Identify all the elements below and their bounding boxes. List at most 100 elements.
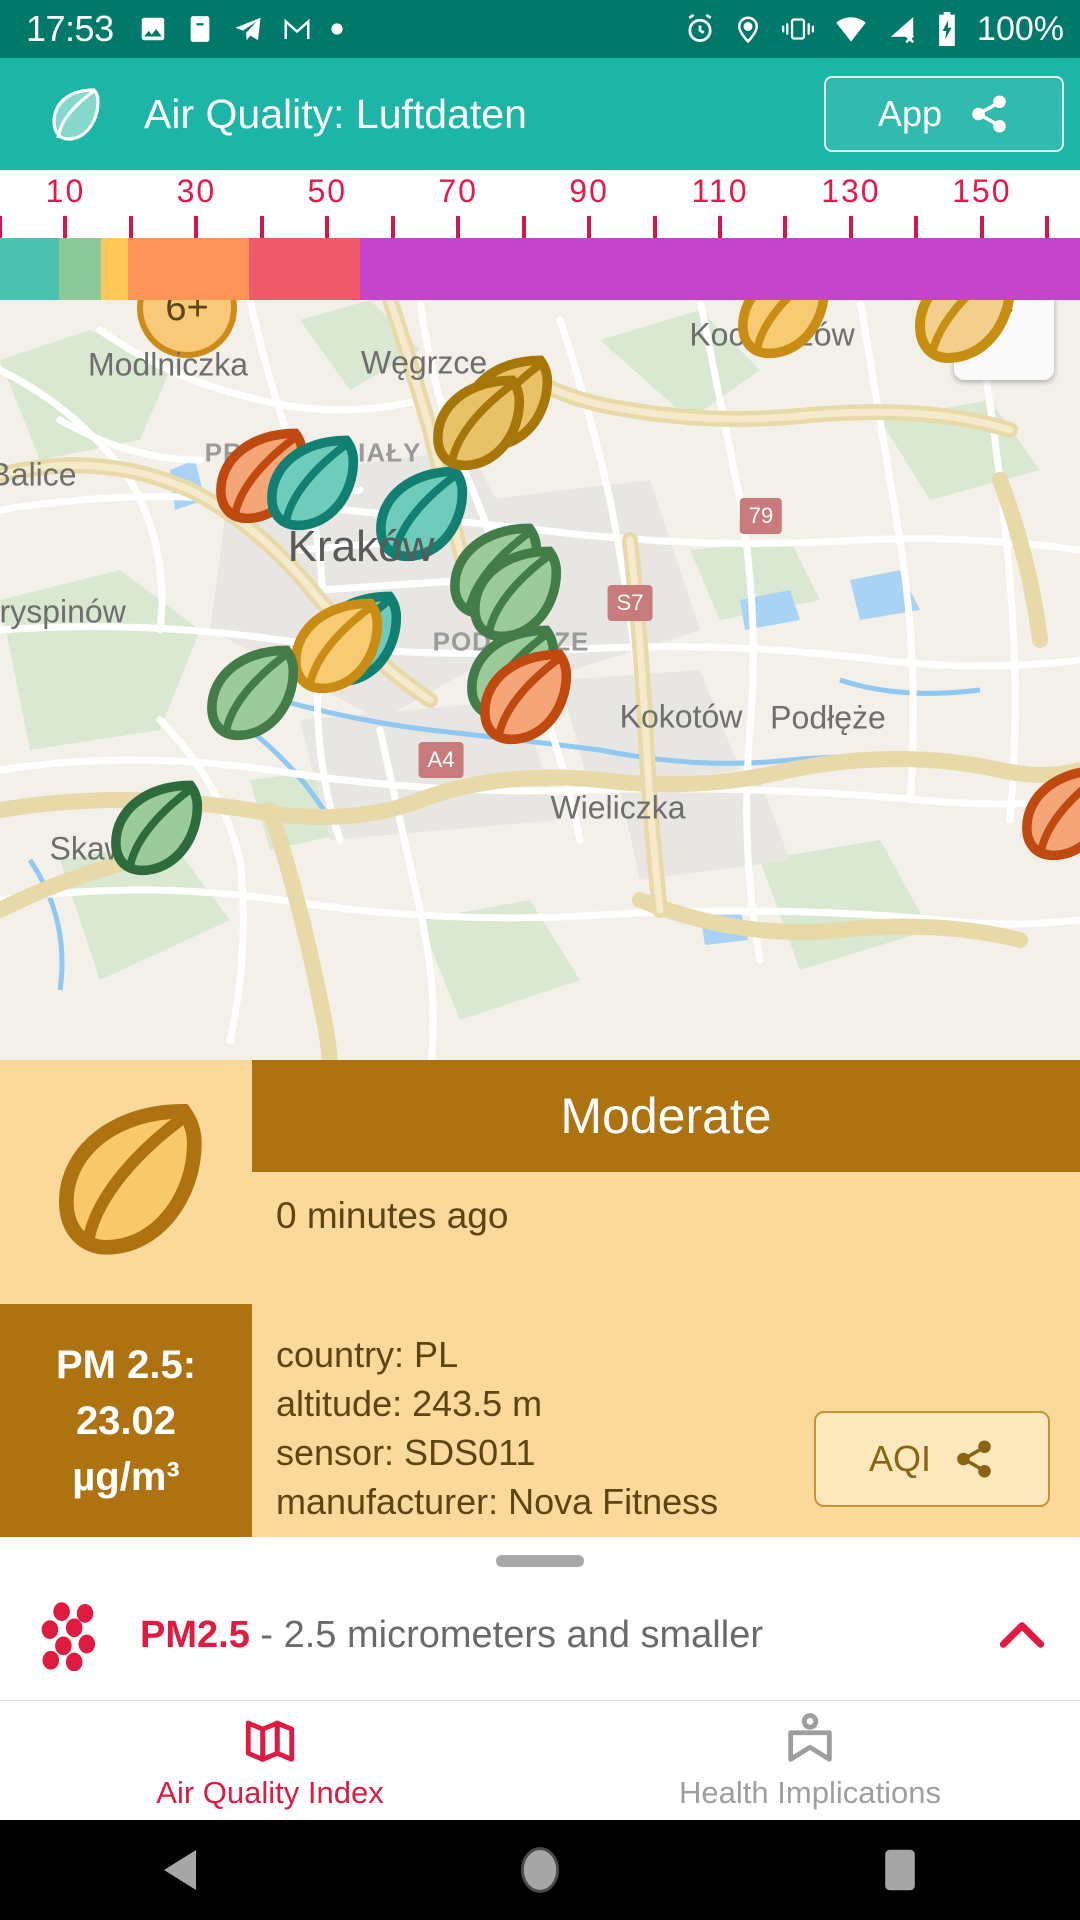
aqi-scale-label: 130 bbox=[821, 173, 880, 210]
status-bar: 17:53 100% bbox=[0, 0, 1080, 58]
pollutant-sheet: PM2.5 - 2.5 micrometers and smaller bbox=[0, 1537, 1080, 1700]
map-town-label: Modlniczka bbox=[88, 347, 248, 384]
aqi-band-very-unhealthy bbox=[360, 238, 1080, 300]
aqi-scale-tick bbox=[914, 216, 918, 238]
drag-handle-icon[interactable] bbox=[496, 1555, 584, 1567]
aqi-band-good bbox=[0, 238, 59, 300]
map-marker-leaf[interactable] bbox=[424, 370, 528, 474]
aqi-scale-labels: 1030507090110130150 bbox=[0, 170, 1080, 216]
cluster-marker-label: 6+ bbox=[165, 300, 208, 330]
status-bar-clock: 17:53 bbox=[26, 8, 114, 50]
battery-percent: 100% bbox=[977, 10, 1064, 49]
vibrate-icon bbox=[779, 14, 817, 44]
aqi-scale-label: 150 bbox=[952, 173, 1011, 210]
map-road-shield: A4 bbox=[419, 742, 464, 778]
aqi-scale-tick bbox=[63, 216, 67, 238]
aqi-band-fair bbox=[59, 238, 102, 300]
aqi-scale-label: 90 bbox=[569, 173, 609, 210]
last-updated-text: 0 minutes ago bbox=[276, 1195, 508, 1237]
map-town-label: Podłęże bbox=[770, 700, 886, 737]
map-town-label: Balice bbox=[0, 457, 77, 494]
chevron-up-icon[interactable] bbox=[994, 1615, 1050, 1655]
aqi-scale-label: 10 bbox=[46, 173, 86, 210]
leaf-icon bbox=[40, 1098, 210, 1258]
alarm-icon bbox=[683, 12, 717, 46]
aqi-scale-label: 30 bbox=[177, 173, 217, 210]
aqi-band-slightly-polluted bbox=[101, 238, 127, 300]
battery-charging-icon bbox=[935, 12, 959, 46]
dot-icon bbox=[330, 22, 344, 36]
phone-screen: 17:53 100% Air Quality: Luftdaten App bbox=[0, 0, 1080, 1920]
map-marker-leaf[interactable] bbox=[1013, 760, 1080, 864]
health-book-icon bbox=[781, 1711, 839, 1769]
no-signal-icon bbox=[885, 15, 919, 43]
pollutant-row[interactable]: PM2.5 - 2.5 micrometers and smaller bbox=[0, 1585, 1080, 1685]
map-marker-leaf[interactable] bbox=[258, 430, 362, 534]
sensor-metadata-line: country: PL bbox=[276, 1330, 718, 1379]
recents-square-icon bbox=[881, 1846, 919, 1894]
nav-tab-health-implications[interactable]: Health Implications bbox=[540, 1701, 1080, 1820]
share-aqi-label: AQI bbox=[869, 1438, 931, 1480]
aqi-scale-tick bbox=[783, 216, 787, 238]
pollutant-description: - 2.5 micrometers and smaller bbox=[250, 1614, 763, 1656]
aqi-scale-tick bbox=[129, 216, 133, 238]
map-marker-leaf[interactable] bbox=[729, 300, 833, 362]
aqi-scale-label: 110 bbox=[691, 173, 748, 210]
home-circle-icon bbox=[517, 1844, 563, 1896]
sensor-detail-panel: Moderate 0 minutes ago country: PLaltitu… bbox=[0, 1060, 1080, 1537]
pollutant-title: PM2.5 - 2.5 micrometers and smaller bbox=[140, 1614, 763, 1657]
particle-dots-icon bbox=[40, 1599, 112, 1671]
aqi-scale-label: 70 bbox=[438, 173, 478, 210]
aqi-scale-tick bbox=[653, 216, 657, 238]
aqi-scale-tick bbox=[0, 216, 2, 238]
map-city-label: Kraków bbox=[288, 522, 435, 572]
sensor-metadata-line: manufacturer: Nova Fitness bbox=[276, 1477, 718, 1526]
aqi-scale-tick bbox=[587, 216, 591, 238]
map-road-shield: 79 bbox=[740, 498, 782, 534]
measurement-value: 23.02 bbox=[76, 1393, 176, 1449]
location-icon bbox=[733, 12, 763, 46]
aqi-category-label: Moderate bbox=[560, 1087, 771, 1145]
pollutant-name: PM2.5 bbox=[140, 1614, 250, 1656]
sensor-metadata-line: sensor: SDS011 bbox=[276, 1428, 718, 1477]
aqi-scale-tick bbox=[980, 216, 984, 238]
map-marker-leaf[interactable] bbox=[102, 775, 206, 879]
aqi-scale-ticks bbox=[0, 216, 1080, 238]
nav-tab-air-quality-index-label: Air Quality Index bbox=[156, 1775, 383, 1811]
share-app-button[interactable]: App bbox=[824, 76, 1064, 152]
aqi-scale-tick bbox=[456, 216, 460, 238]
aqi-scale-tick bbox=[194, 216, 198, 238]
back-triangle-icon bbox=[160, 1848, 200, 1892]
aqi-scale-tick bbox=[849, 216, 853, 238]
sensor-metadata-line: altitude: 243.5 m bbox=[276, 1379, 718, 1428]
recents-button[interactable] bbox=[720, 1846, 1080, 1894]
aqi-scale-tick bbox=[391, 216, 395, 238]
bottom-navigation: Air Quality Index Health Implications bbox=[0, 1700, 1080, 1820]
measurement-label: PM 2.5: bbox=[56, 1337, 196, 1393]
map-marker-leaf[interactable] bbox=[471, 644, 575, 748]
map-marker-leaf-locate[interactable] bbox=[902, 300, 1022, 370]
aqi-category-banner: Moderate bbox=[252, 1060, 1080, 1172]
map-view[interactable]: 6+ ModlniczkaWęgrzceBaliceKocmyrzówKrysp… bbox=[0, 300, 1080, 1070]
back-button[interactable] bbox=[0, 1848, 360, 1892]
page-title: Air Quality: Luftdaten bbox=[144, 91, 527, 138]
nav-tab-air-quality-index[interactable]: Air Quality Index bbox=[0, 1701, 540, 1820]
news-article-icon bbox=[186, 14, 214, 44]
map-marker-leaf[interactable] bbox=[198, 640, 302, 744]
share-icon bbox=[953, 1438, 995, 1480]
share-app-label: App bbox=[878, 93, 942, 135]
aqi-band-moderate bbox=[128, 238, 249, 300]
photos-icon bbox=[138, 14, 168, 44]
status-bar-system-icons: 100% bbox=[683, 10, 1064, 49]
nav-tab-health-implications-label: Health Implications bbox=[679, 1775, 941, 1811]
map-town-label: Wieliczka bbox=[550, 790, 685, 827]
gmail-icon bbox=[282, 14, 312, 44]
map-icon bbox=[241, 1711, 299, 1769]
share-aqi-button[interactable]: AQI bbox=[814, 1411, 1050, 1507]
aqi-scale-bands bbox=[0, 238, 1080, 300]
share-icon bbox=[968, 93, 1010, 135]
home-button[interactable] bbox=[360, 1844, 720, 1896]
aqi-scale: 1030507090110130150 bbox=[0, 170, 1080, 300]
status-bar-notification-icons bbox=[138, 14, 344, 44]
map-road-shield: S7 bbox=[608, 585, 653, 621]
